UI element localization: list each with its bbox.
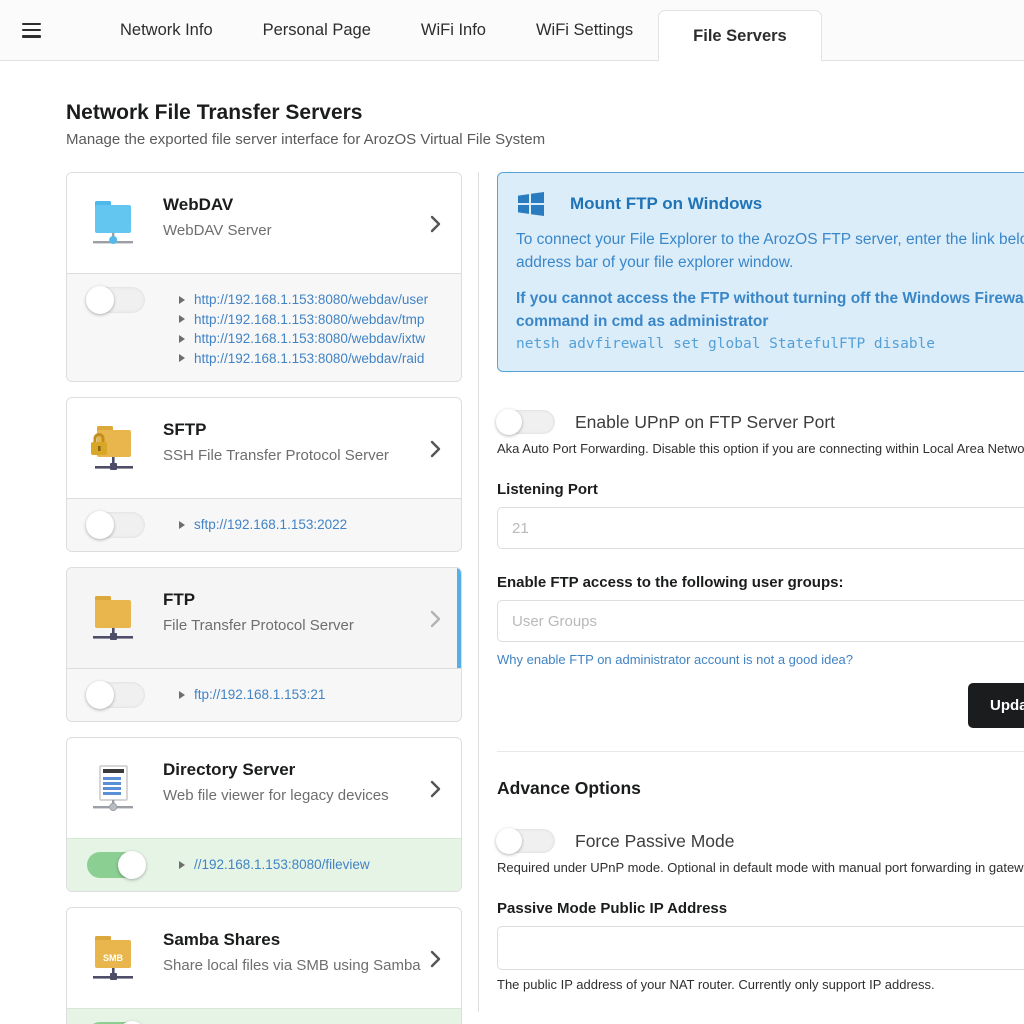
- sftp-enable-toggle[interactable]: [87, 512, 145, 538]
- caret-icon: [179, 861, 185, 869]
- caret-icon: [179, 354, 185, 362]
- top-nav-bar: Network Info Personal Page WiFi Info WiF…: [0, 0, 1024, 61]
- chevron-right-icon: [430, 215, 441, 233]
- server-link[interactable]: //192.168.1.153:8080/fileview: [194, 855, 370, 875]
- server-card-directory[interactable]: Directory Server Web file viewer for leg…: [66, 737, 462, 892]
- ftp-enable-toggle[interactable]: [87, 682, 145, 708]
- svg-text:SMB: SMB: [103, 953, 124, 963]
- sftp-locked-folder-icon: [87, 418, 139, 476]
- force-passive-label: Force Passive Mode: [575, 831, 735, 852]
- server-list: WebDAV WebDAV Server http://192.168.1.15…: [66, 172, 462, 1024]
- server-description: Web file viewer for legacy devices: [163, 787, 389, 804]
- user-groups-input[interactable]: [497, 600, 1024, 642]
- nav-tabs: Network Info Personal Page WiFi Info WiF…: [95, 0, 822, 60]
- server-name: Samba Shares: [163, 930, 421, 950]
- firewall-command-text: netsh advfirewall set global StatefulFTP…: [516, 333, 1024, 355]
- page-title: Network File Transfer Servers: [66, 101, 1024, 125]
- server-description: Share local files via SMB using Samba: [163, 957, 421, 974]
- force-passive-helper-text: Required under UPnP mode. Optional in de…: [497, 860, 1024, 875]
- upnp-toggle[interactable]: [497, 410, 555, 434]
- server-name: Directory Server: [163, 760, 389, 780]
- smb-folder-icon: SMB: [87, 928, 139, 986]
- chevron-right-icon: [430, 780, 441, 798]
- tab-wifi-settings[interactable]: WiFi Settings: [511, 0, 658, 60]
- info-text-line: If you cannot access the FTP without tur…: [516, 287, 1024, 310]
- windows-logo-icon: [516, 189, 546, 219]
- caret-icon: [179, 296, 185, 304]
- hamburger-menu-icon[interactable]: [22, 23, 41, 38]
- ftp-settings-panel: Mount FTP on Windows To connect your Fil…: [478, 172, 1024, 1012]
- server-link[interactable]: ftp://192.168.1.153:21: [194, 685, 325, 705]
- page-subtitle: Manage the exported file server interfac…: [66, 131, 1024, 148]
- webdav-enable-toggle[interactable]: [87, 287, 145, 313]
- mount-ftp-info-box: Mount FTP on Windows To connect your Fil…: [497, 172, 1024, 372]
- server-description: SSH File Transfer Protocol Server: [163, 447, 389, 464]
- caret-icon: [179, 521, 185, 529]
- update-button[interactable]: Update: [968, 683, 1024, 728]
- server-card-sftp[interactable]: SFTP SSH File Transfer Protocol Server s…: [66, 397, 462, 552]
- user-groups-label: Enable FTP access to the following user …: [497, 574, 1024, 591]
- listening-port-label: Listening Port: [497, 481, 1024, 498]
- public-ip-helper-text: The public IP address of your NAT router…: [497, 977, 1024, 992]
- public-ip-label: Passive Mode Public IP Address: [497, 900, 1024, 917]
- caret-icon: [179, 335, 185, 343]
- server-card-samba[interactable]: SMB Samba Shares Share local files via S…: [66, 907, 462, 1024]
- tab-personal-page[interactable]: Personal Page: [238, 0, 396, 60]
- server-name: FTP: [163, 590, 354, 610]
- server-link[interactable]: http://192.168.1.153:8080/webdav/raid: [194, 349, 424, 369]
- directory-list-icon: [87, 758, 139, 816]
- info-box-title: Mount FTP on Windows: [570, 194, 762, 214]
- server-link[interactable]: http://192.168.1.153:8080/webdav/ixtw: [194, 329, 425, 349]
- tab-file-servers[interactable]: File Servers: [658, 10, 822, 61]
- server-name: WebDAV: [163, 195, 272, 215]
- chevron-right-icon: [430, 610, 441, 628]
- upnp-helper-text: Aka Auto Port Forwarding. Disable this o…: [497, 441, 1024, 456]
- server-description: WebDAV Server: [163, 222, 272, 239]
- chevron-right-icon: [430, 950, 441, 968]
- server-name: SFTP: [163, 420, 389, 440]
- info-text-line: command in cmd as administrator: [516, 310, 1024, 333]
- server-card-webdav[interactable]: WebDAV WebDAV Server http://192.168.1.15…: [66, 172, 462, 382]
- server-link[interactable]: http://192.168.1.153:8080/webdav/tmp: [194, 310, 424, 330]
- webdav-folder-icon: [87, 193, 139, 251]
- upnp-toggle-label: Enable UPnP on FTP Server Port: [575, 412, 835, 433]
- server-card-ftp[interactable]: FTP File Transfer Protocol Server ftp://…: [66, 567, 462, 722]
- caret-icon: [179, 315, 185, 323]
- chevron-right-icon: [430, 440, 441, 458]
- section-divider: [497, 751, 1024, 752]
- caret-icon: [179, 691, 185, 699]
- tab-wifi-info[interactable]: WiFi Info: [396, 0, 511, 60]
- server-link[interactable]: http://192.168.1.153:8080/webdav/user: [194, 290, 428, 310]
- server-description: File Transfer Protocol Server: [163, 617, 354, 634]
- ftp-folder-icon: [87, 588, 139, 646]
- server-link[interactable]: sftp://192.168.1.153:2022: [194, 515, 347, 535]
- tab-network-info[interactable]: Network Info: [95, 0, 238, 60]
- public-ip-input[interactable]: [497, 926, 1024, 970]
- directory-enable-toggle[interactable]: [87, 852, 145, 878]
- force-passive-toggle[interactable]: [497, 829, 555, 853]
- info-text-line: To connect your File Explorer to the Aro…: [516, 228, 1024, 251]
- info-text-line: address bar of your file explorer window…: [516, 251, 1024, 274]
- advance-options-heading: Advance Options: [497, 778, 1024, 799]
- listening-port-input[interactable]: [497, 507, 1024, 549]
- admin-ftp-warning-link[interactable]: Why enable FTP on administrator account …: [497, 652, 853, 667]
